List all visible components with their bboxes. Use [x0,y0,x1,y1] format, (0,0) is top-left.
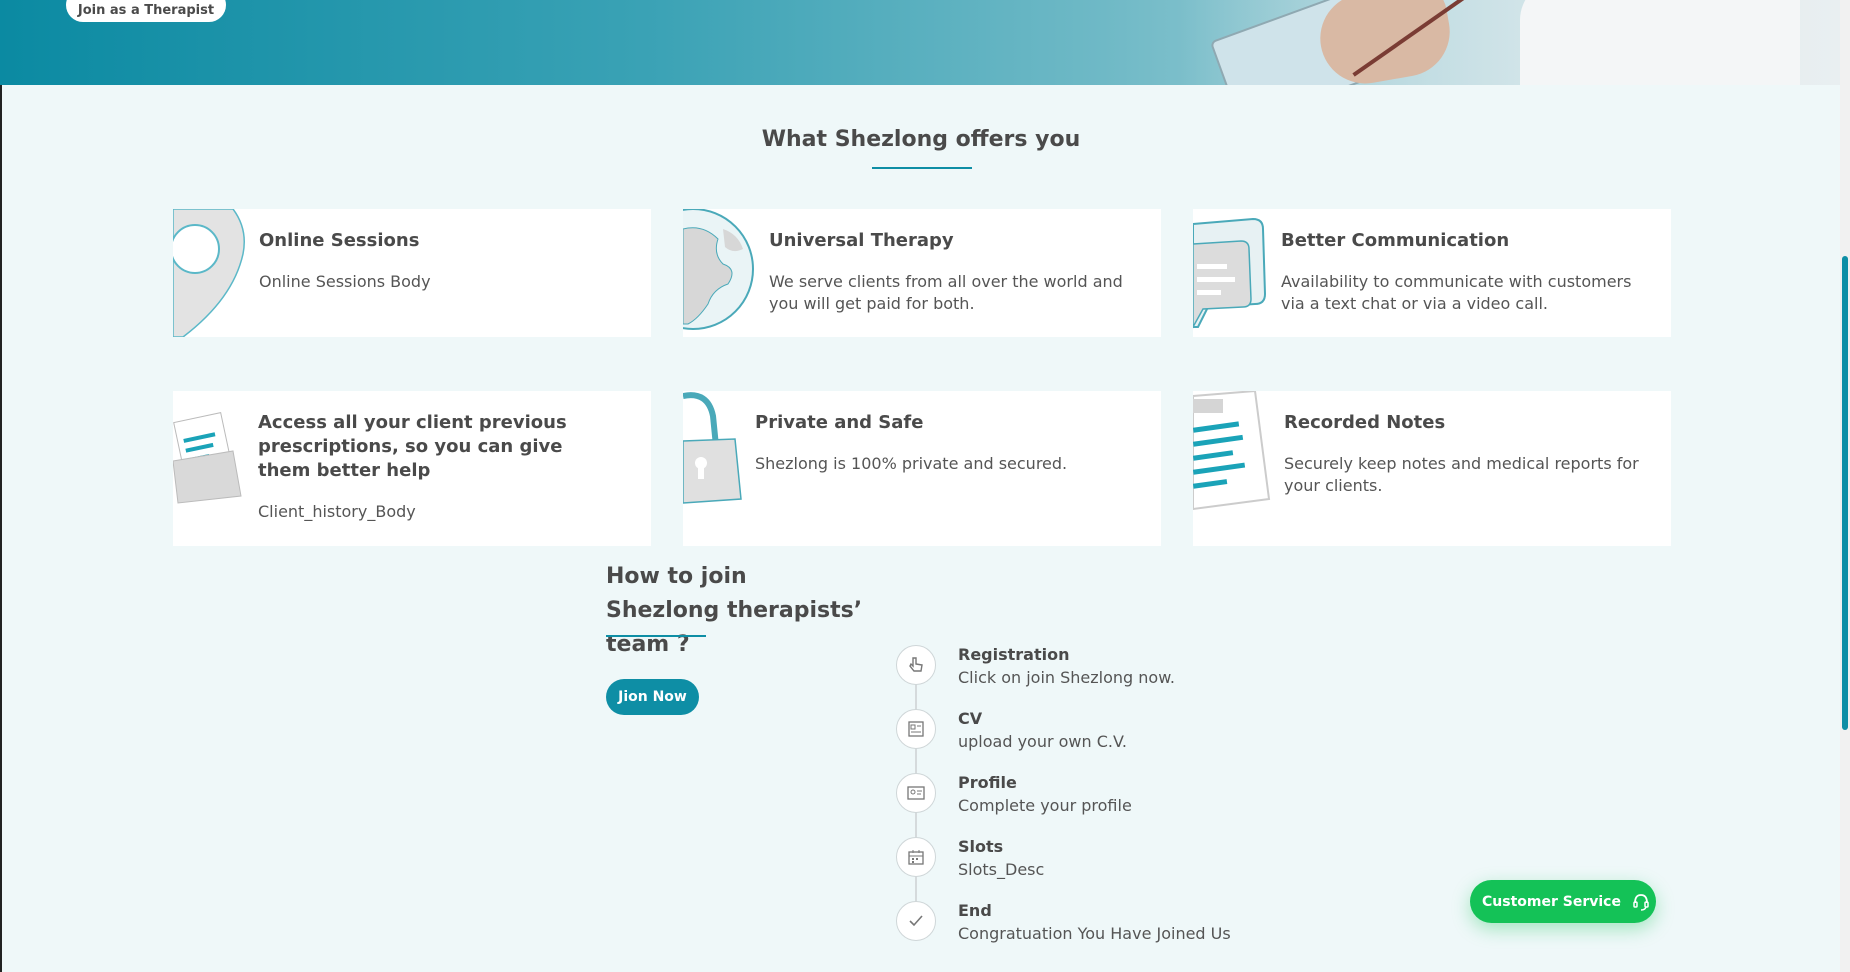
step-registration: Registration Click on join Shezlong now. [896,645,1396,695]
step-end: End Congratuation You Have Joined Us [896,901,1396,951]
card-body: Online Sessions Body [259,272,431,291]
card-title: Universal Therapy [769,230,954,251]
clipboard-notes-icon [1193,391,1271,511]
folder-icon [173,412,242,504]
card-body: Availability to communicate with custome… [1281,272,1632,313]
offer-card-private-safe: Private and Safe Shezlong is 100% privat… [683,391,1161,546]
id-card-icon [896,773,936,813]
hero-banner: Join as a Therapist [0,0,1840,85]
calendar-icon [896,837,936,877]
card-body: We serve clients from all over the world… [769,272,1123,313]
join-as-therapist-button[interactable]: Join as a Therapist [66,0,226,22]
map-pin-icon [173,209,245,337]
document-icon [896,709,936,749]
step-profile: Profile Complete your profile [896,773,1396,823]
customer-service-button[interactable]: Customer Service [1470,880,1656,923]
step-desc: Congratuation You Have Joined Us [958,924,1231,943]
step-desc: upload your own C.V. [958,732,1127,751]
offer-card-client-history: Access all your client previous prescrip… [173,391,651,546]
card-title: Access all your client previous prescrip… [258,412,567,481]
card-body: Shezlong is 100% private and secured. [755,454,1068,473]
offer-card-recorded-notes: Recorded Notes Securely keep notes and m… [1193,391,1671,546]
step-title: CV [958,709,983,728]
customer-service-label: Customer Service [1482,893,1621,910]
card-title: Better Communication [1281,230,1510,251]
chat-bubbles-icon [1193,217,1267,329]
pointer-hand-icon [896,645,936,685]
hero-coat [1520,0,1800,85]
card-title: Private and Safe [755,412,924,433]
step-desc: Click on join Shezlong now. [958,668,1175,687]
step-title: Slots [958,837,1004,856]
step-title: End [958,901,992,920]
step-cv: CV upload your own C.V. [896,709,1396,759]
step-title: Registration [958,645,1070,664]
step-desc: Complete your profile [958,796,1132,815]
join-now-button[interactable]: Jion Now [606,679,699,715]
scrollbar-thumb[interactable] [1842,256,1848,730]
section-title: What Shezlong offers you [761,127,1081,152]
join-title: How to join Shezlong therapists’ team ? [606,564,863,657]
offer-card-better-communication: Better Communication Availability to com… [1193,209,1671,337]
card-body: Client_history_Body [258,502,416,521]
card-body: Securely keep notes and medical reports … [1284,454,1639,495]
headset-icon [1633,893,1649,911]
step-desc: Slots_Desc [958,860,1045,879]
globe-icon [683,209,754,330]
offer-card-universal-therapy: Universal Therapy We serve clients from … [683,209,1161,337]
step-title: Profile [958,773,1017,792]
join-title-underline [606,635,706,637]
card-title: Recorded Notes [1284,412,1446,433]
step-slots: Slots Slots_Desc [896,837,1396,887]
card-title: Online Sessions [259,230,420,251]
checkmark-icon [896,901,936,941]
padlock-icon [683,392,742,504]
title-underline [872,167,972,169]
offer-card-online-sessions: Online Sessions Online Sessions Body [173,209,651,337]
